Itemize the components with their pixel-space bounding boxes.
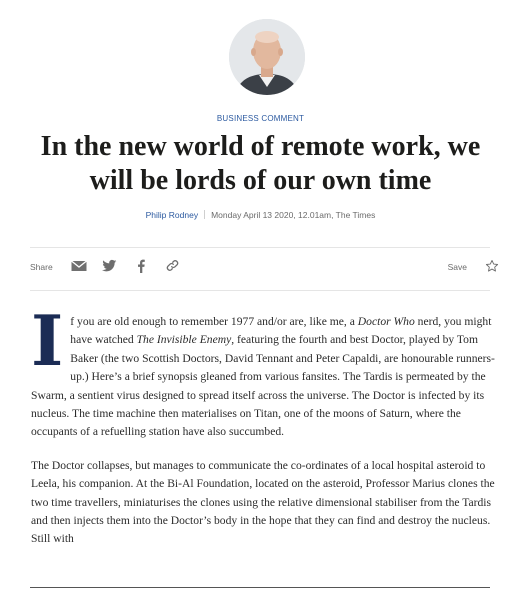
author-avatar xyxy=(229,19,305,95)
paragraph-2: The Doctor collapses, but manages to com… xyxy=(31,458,495,546)
section-kicker[interactable]: BUSINESS COMMENT xyxy=(0,114,521,123)
paragraph-1-text-c: , featuring the fourth and best Doctor, … xyxy=(31,333,495,439)
share-label: Share xyxy=(30,262,53,272)
share-bar: Share Save xyxy=(30,258,499,276)
author-link[interactable]: Philip Rodney xyxy=(146,210,198,220)
bottom-divider xyxy=(30,587,490,588)
author-photo xyxy=(229,19,305,95)
email-icon[interactable] xyxy=(71,259,87,275)
share-bar-top-divider xyxy=(30,247,490,248)
paragraph-1-italic-2: The Invisible Enemy xyxy=(136,333,232,347)
star-icon[interactable] xyxy=(485,259,499,275)
article-headline: In the new world of remote work, we will… xyxy=(40,131,481,196)
byline: Philip Rodney Monday April 13 2020, 12.01… xyxy=(0,210,521,220)
byline-divider xyxy=(204,210,206,219)
paragraph-1-text-a: f you are old enough to remember 1977 an… xyxy=(70,315,358,328)
drop-cap: I xyxy=(31,301,64,382)
paragraph-1-italic-1: Doctor Who xyxy=(357,315,415,328)
share-bar-bottom-divider xyxy=(30,290,490,291)
facebook-icon[interactable] xyxy=(136,259,146,275)
link-icon[interactable] xyxy=(166,259,179,274)
paragraph-1: If you are old enough to remember 1977 a… xyxy=(31,301,501,442)
save-label[interactable]: Save xyxy=(448,262,467,272)
article-body: If you are old enough to remember 1977 a… xyxy=(31,301,501,564)
article-timestamp: Monday April 13 2020, 12.01am, The Times xyxy=(211,210,376,220)
twitter-icon[interactable] xyxy=(102,259,117,275)
